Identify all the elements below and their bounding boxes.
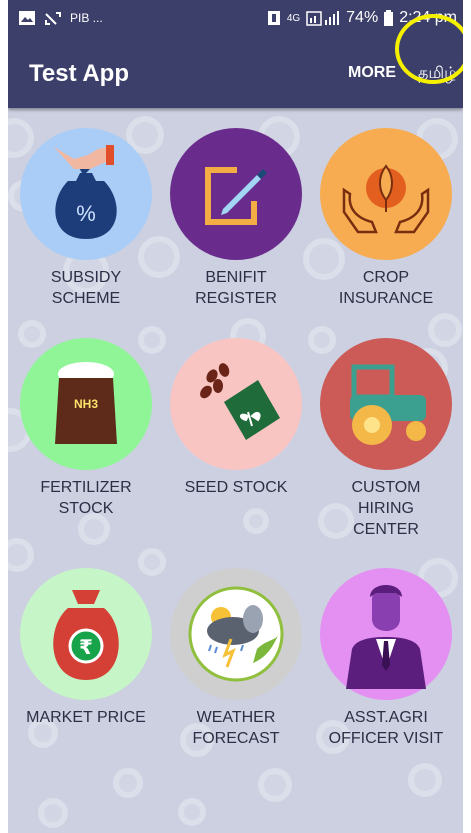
cast-icon: [45, 12, 61, 25]
network-type: 4G: [286, 12, 301, 24]
battery-percent: 74%: [346, 9, 379, 26]
tile-custom-hiring-center[interactable]: CUSTOM HIRING CENTER: [311, 338, 461, 540]
tile-label: CROP INSURANCE: [338, 269, 434, 307]
tile-label: WEATHER FORECAST: [192, 709, 280, 747]
document-pen-icon: [170, 128, 302, 260]
tile-weather-forecast[interactable]: WEATHER FORECAST: [161, 568, 311, 749]
app-title: Test App: [29, 60, 129, 87]
tile-crop-insurance[interactable]: CROP INSURANCE: [311, 128, 461, 309]
more-button[interactable]: MORE: [348, 64, 396, 82]
menu-grid: % SUBSIDY SCHEME BENIFIT REGISTER CROP I…: [8, 108, 463, 833]
notification-badge-icon: [267, 11, 280, 25]
tile-fertilizer-stock[interactable]: NH3 FERTILIZER STOCK: [11, 338, 161, 519]
app-frame: PIB ... 4G 74% 2:24 pm Test App MORE தமி…: [8, 0, 463, 833]
status-notification-text: PIB ...: [70, 11, 103, 25]
seed-packet-icon: [170, 338, 302, 470]
tile-label: SUBSIDY SCHEME: [50, 269, 122, 307]
signal-icon: [306, 11, 340, 26]
fertilizer-sack-icon: NH3: [20, 338, 152, 470]
svg-text:%: %: [76, 201, 96, 226]
tile-label: SEED STOCK: [184, 479, 288, 496]
highlight-circle: [395, 14, 463, 84]
tile-label: FERTILIZER STOCK: [40, 479, 132, 517]
status-bar: PIB ... 4G 74% 2:24 pm: [8, 0, 463, 38]
tile-seed-stock[interactable]: SEED STOCK: [161, 338, 311, 498]
tractor-icon: [320, 338, 452, 470]
battery-icon: [384, 10, 394, 26]
weather-storm-icon: [170, 568, 302, 700]
officer-icon: [320, 568, 452, 700]
tile-market-price[interactable]: ₹ MARKET PRICE: [11, 568, 161, 728]
rupee-bag-icon: ₹: [20, 568, 152, 700]
tile-label: BENIFIT REGISTER: [195, 269, 277, 307]
tile-label: CUSTOM HIRING CENTER: [351, 479, 421, 538]
money-bag-icon: %: [20, 128, 152, 260]
tile-subsidy-scheme[interactable]: % SUBSIDY SCHEME: [11, 128, 161, 309]
hands-plant-icon: [320, 128, 452, 260]
tile-asst-agri-officer-visit[interactable]: ASST.AGRI OFFICER VISIT: [311, 568, 461, 749]
tile-label: MARKET PRICE: [26, 709, 146, 726]
tile-label: ASST.AGRI OFFICER VISIT: [328, 709, 444, 747]
tile-benifit-register[interactable]: BENIFIT REGISTER: [161, 128, 311, 309]
image-icon: [19, 11, 35, 25]
svg-text:₹: ₹: [79, 635, 93, 659]
svg-text:NH3: NH3: [74, 397, 98, 411]
